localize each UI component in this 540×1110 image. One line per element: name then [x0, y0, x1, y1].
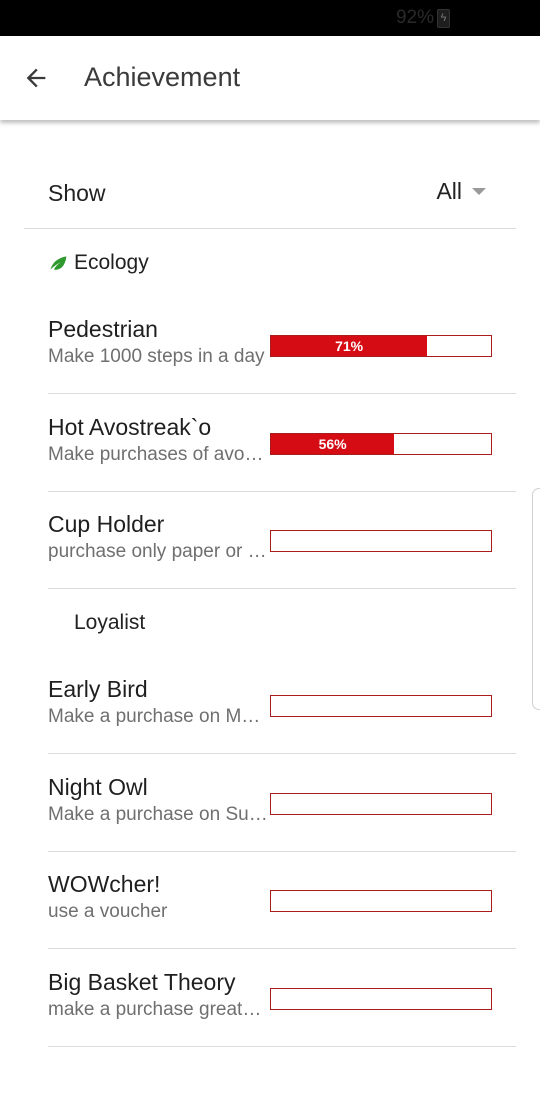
- achievement-name: Early Bird: [48, 676, 148, 702]
- achievement-item[interactable]: Big Basket Theory make a purchase greate…: [48, 949, 516, 1047]
- scroll-indicator[interactable]: [532, 488, 540, 710]
- section-title: Ecology: [74, 251, 149, 274]
- achievement-description: use a voucher: [48, 901, 168, 922]
- achievement-name: Hot Avostreak`o: [48, 414, 212, 440]
- achievement-item[interactable]: Night Owl Make a purchase on Sunday nigh…: [48, 754, 516, 852]
- achievement-description: Make 1000 steps in a day: [48, 346, 265, 367]
- section-header-loyalist: Loyalist: [48, 608, 145, 638]
- progress-bar: [270, 988, 492, 1010]
- achievement-name: Big Basket Theory: [48, 969, 236, 995]
- progress-bar: [270, 530, 492, 552]
- achievement-description: Make purchases of avocado: [48, 444, 268, 465]
- app-bar: Achievement: [0, 36, 540, 120]
- battery-charging-icon: ϟ: [437, 9, 450, 28]
- progress-bar: [270, 695, 492, 717]
- achievement-item[interactable]: Pedestrian Make 1000 steps in a day 71%: [48, 296, 516, 394]
- achievement-name: Night Owl: [48, 774, 148, 800]
- progress-text: 56%: [318, 436, 347, 452]
- filter-dropdown[interactable]: All: [436, 178, 486, 205]
- battery-percentage: 92%: [395, 7, 434, 28]
- achievement-item[interactable]: WOWcher! use a voucher: [48, 851, 516, 949]
- section-title: Loyalist: [74, 611, 146, 634]
- achievement-description: purchase only paper or plastic cups: [48, 541, 268, 562]
- progress-text: 71%: [335, 338, 364, 354]
- progress-bar: [270, 793, 492, 815]
- achievement-item[interactable]: Early Bird Make a purchase on Monday mor…: [48, 656, 516, 754]
- leaf-icon: [50, 256, 67, 270]
- achievement-description: Make a purchase on Monday morning: [48, 706, 268, 727]
- status-bar: 92% ϟ: [0, 0, 540, 36]
- section-header-ecology: Ecology: [48, 248, 149, 278]
- progress-bar: 71%: [270, 335, 492, 357]
- achievement-item[interactable]: Cup Holder purchase only paper or plasti…: [48, 491, 516, 589]
- dropdown-caret-icon: [472, 188, 486, 195]
- back-arrow-icon[interactable]: [22, 64, 50, 92]
- page-title: Achievement: [84, 62, 241, 92]
- achievement-name: Cup Holder: [48, 511, 165, 537]
- progress-bar: 56%: [270, 433, 492, 455]
- achievement-name: WOWcher!: [48, 871, 161, 897]
- progress-bar: [270, 890, 492, 912]
- achievement-name: Pedestrian: [48, 316, 158, 342]
- filter-value: All: [436, 178, 462, 204]
- achievement-description: make a purchase greater than: [48, 999, 268, 1020]
- filter-label: Show: [48, 180, 106, 206]
- achievement-item[interactable]: Hot Avostreak`o Make purchases of avocad…: [48, 394, 516, 492]
- filter-row: Show All: [24, 160, 516, 229]
- achievement-description: Make a purchase on Sunday night: [48, 804, 268, 825]
